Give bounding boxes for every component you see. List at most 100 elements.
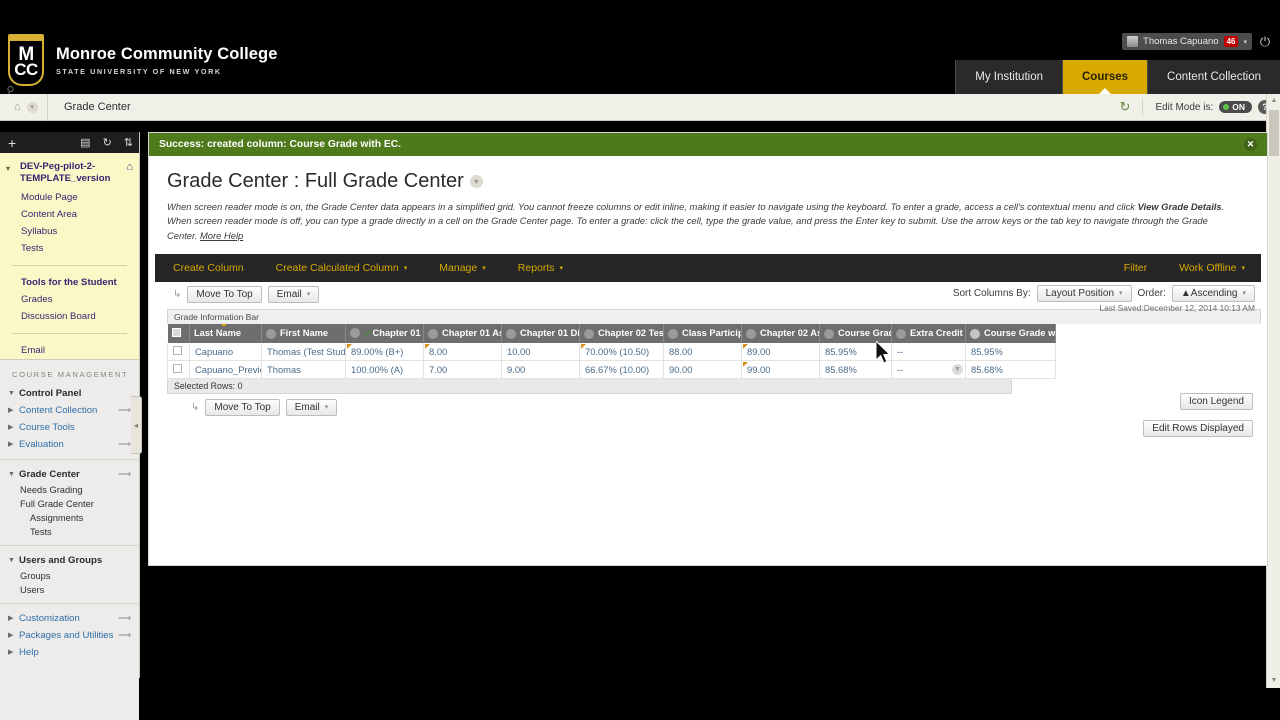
column-header-chapter-01-dis[interactable]: Chapter 01 Dis: [501, 323, 580, 343]
column-header-extra-credit[interactable]: Extra Credit: [891, 323, 966, 343]
expand-arrow-icon[interactable]: ⟶: [118, 630, 135, 641]
sidebar-item-grades[interactable]: Grades: [0, 291, 139, 308]
column-menu-icon[interactable]: [350, 328, 360, 339]
cell-course-grade[interactable]: 85.95%: [819, 342, 892, 361]
work-offline-button[interactable]: Work Offline ▾: [1163, 254, 1261, 282]
cell-chapter-01-t[interactable]: 100.00% (A): [345, 360, 424, 379]
cell-chapter-02-ass[interactable]: 89.00: [741, 342, 820, 361]
sidebar-item-course-tools[interactable]: ▶ Course Tools: [0, 419, 139, 436]
tab-my-institution[interactable]: My Institution: [955, 60, 1062, 94]
tab-courses[interactable]: Courses: [1061, 60, 1148, 94]
column-menu-icon[interactable]: [746, 328, 756, 339]
sidebar-item-packages-and-utilities[interactable]: ▶ Packages and Utilities ⟶: [0, 627, 139, 644]
email-button-bottom[interactable]: Email ▾: [285, 398, 338, 416]
sidebar-item-customization[interactable]: ▶ Customization ⟶: [0, 610, 139, 627]
table-row[interactable]: Capuano Thomas (Test Stude 89.00% (B+) 8…: [167, 342, 1056, 361]
column-header-course-grade-w[interactable]: Course Grade w: [965, 323, 1056, 343]
close-icon[interactable]: ✕: [1244, 138, 1257, 151]
sidebar-item-assignments[interactable]: Assignments: [0, 511, 139, 525]
sidebar-item-content-collection[interactable]: ▶ Content Collection ⟶: [0, 402, 139, 419]
more-help-link[interactable]: More Help: [200, 230, 243, 241]
cell-chapter-01-dis[interactable]: 9.00: [501, 360, 580, 379]
row-select-cell[interactable]: [167, 342, 190, 361]
cell-extra-credit[interactable]: --: [891, 342, 966, 361]
page-scrollbar[interactable]: ▲ ▼: [1266, 94, 1280, 688]
user-account-menu[interactable]: Thomas Capuano 46 ▾: [1122, 33, 1252, 50]
icon-legend-button[interactable]: Icon Legend: [1179, 393, 1253, 410]
scroll-down-icon[interactable]: ▼: [1267, 674, 1280, 688]
column-menu-icon[interactable]: [428, 328, 438, 339]
sidebar-item-grade-center[interactable]: ▼ Grade Center ⟶: [0, 466, 139, 483]
cell-chapter-01-ass[interactable]: 7.00: [423, 360, 502, 379]
cell-chapter-01-ass[interactable]: 8.00: [423, 342, 502, 361]
column-header-class-participa[interactable]: Class Participa: [663, 323, 742, 343]
logout-power-icon[interactable]: ⏻: [1256, 32, 1274, 51]
sidebar-collapse-handle[interactable]: ◂: [131, 396, 142, 454]
cell-first-name[interactable]: Thomas (Test Stude: [261, 342, 346, 361]
cell-course-grade-w[interactable]: 85.95%: [965, 342, 1056, 361]
home-icon[interactable]: ⌂: [126, 161, 133, 173]
sidebar-item-content-area[interactable]: Content Area: [0, 206, 139, 223]
expand-arrow-icon[interactable]: ⟶: [118, 613, 135, 624]
refresh-icon[interactable]: ↻: [1108, 99, 1144, 115]
sidebar-item-evaluation[interactable]: ▶ Evaluation ⟶: [0, 436, 139, 453]
cell-last-name[interactable]: Capuano_PreviewU: [189, 360, 262, 379]
edit-mode-toggle[interactable]: ON: [1219, 101, 1252, 113]
reorder-icon[interactable]: ⇅: [118, 136, 139, 149]
column-header-course-grade[interactable]: Course Grade: [819, 323, 892, 343]
sidebar-item-control-panel[interactable]: ▼ Control Panel: [0, 385, 139, 402]
refresh-icon[interactable]: ↻: [97, 136, 118, 149]
column-header-chapter-01-ass[interactable]: Chapter 01 Ass: [423, 323, 502, 343]
sidebar-item-discussion-board[interactable]: Discussion Board: [0, 308, 139, 325]
sidebar-item-tests[interactable]: Tests: [0, 240, 139, 257]
table-row[interactable]: Capuano_PreviewU Thomas 100.00% (A) 7.00…: [167, 360, 1056, 379]
column-header-last-name[interactable]: ▲ Last Name: [189, 323, 262, 343]
column-menu-icon[interactable]: [970, 328, 980, 339]
column-menu-icon[interactable]: [584, 328, 594, 339]
move-to-top-button[interactable]: Move To Top: [187, 285, 262, 303]
folder-view-icon[interactable]: ▤: [74, 136, 96, 149]
create-column-button[interactable]: Create Column: [155, 254, 260, 282]
filter-button[interactable]: Filter: [1108, 254, 1163, 282]
scrollbar-thumb[interactable]: [1269, 110, 1279, 156]
sidebar-item-tools-for-the-student[interactable]: Tools for the Student: [0, 274, 139, 291]
tab-content-collection[interactable]: Content Collection: [1147, 60, 1280, 94]
column-menu-icon[interactable]: [266, 328, 276, 339]
sidebar-item-syllabus[interactable]: Syllabus: [0, 223, 139, 240]
order-select[interactable]: ▲Ascending ▾: [1171, 284, 1255, 302]
row-checkbox[interactable]: [173, 363, 182, 373]
email-button[interactable]: Email ▾: [267, 285, 320, 303]
select-all-header[interactable]: [167, 323, 190, 343]
cell-menu-icon[interactable]: ▼: [952, 363, 963, 375]
column-header-first-name[interactable]: First Name: [261, 323, 346, 343]
cell-chapter-01-dis[interactable]: 10.00: [501, 342, 580, 361]
course-name[interactable]: DEV-Peg-pilot-2-TEMPLATE_version: [20, 161, 126, 185]
cell-last-name[interactable]: Capuano: [189, 342, 262, 361]
notification-badge[interactable]: 46: [1223, 36, 1239, 47]
cell-chapter-02-ass[interactable]: 99.00: [741, 360, 820, 379]
cell-chapter-02-tes[interactable]: 70.00% (10.50): [579, 342, 664, 361]
sidebar-item-users-and-groups[interactable]: ▼ Users and Groups: [0, 552, 139, 569]
cell-class-participa[interactable]: 88.00: [663, 342, 742, 361]
scroll-up-icon[interactable]: ▲: [1267, 94, 1280, 108]
sort-columns-select[interactable]: Layout Position ▾: [1036, 284, 1132, 302]
select-all-checkbox[interactable]: [171, 327, 181, 337]
edit-rows-displayed-button[interactable]: Edit Rows Displayed: [1143, 420, 1253, 437]
cell-extra-credit[interactable]: -- ▼: [891, 360, 966, 379]
sidebar-item-users[interactable]: Users: [0, 583, 139, 597]
expand-arrow-icon[interactable]: ⟶: [118, 469, 135, 480]
sidebar-item-email[interactable]: Email: [0, 342, 139, 359]
sidebar-item-full-grade-center[interactable]: Full Grade Center: [0, 497, 139, 511]
reports-button[interactable]: Reports ▾: [502, 254, 579, 282]
row-select-cell[interactable]: [167, 360, 190, 379]
cell-chapter-01-t[interactable]: 89.00% (B+): [345, 342, 424, 361]
sidebar-item-help[interactable]: ▶ Help: [0, 644, 139, 661]
chevron-down-icon[interactable]: ▾: [6, 161, 20, 173]
cell-course-grade-w[interactable]: 85.68%: [965, 360, 1056, 379]
home-icon[interactable]: ⌂: [14, 101, 21, 113]
move-to-top-button-bottom[interactable]: Move To Top: [205, 398, 280, 416]
create-calculated-column-button[interactable]: Create Calculated Column ▾: [260, 254, 424, 282]
column-menu-icon[interactable]: [506, 328, 516, 339]
sidebar-item-module-page[interactable]: Module Page: [0, 189, 139, 206]
column-menu-icon[interactable]: [896, 328, 906, 339]
